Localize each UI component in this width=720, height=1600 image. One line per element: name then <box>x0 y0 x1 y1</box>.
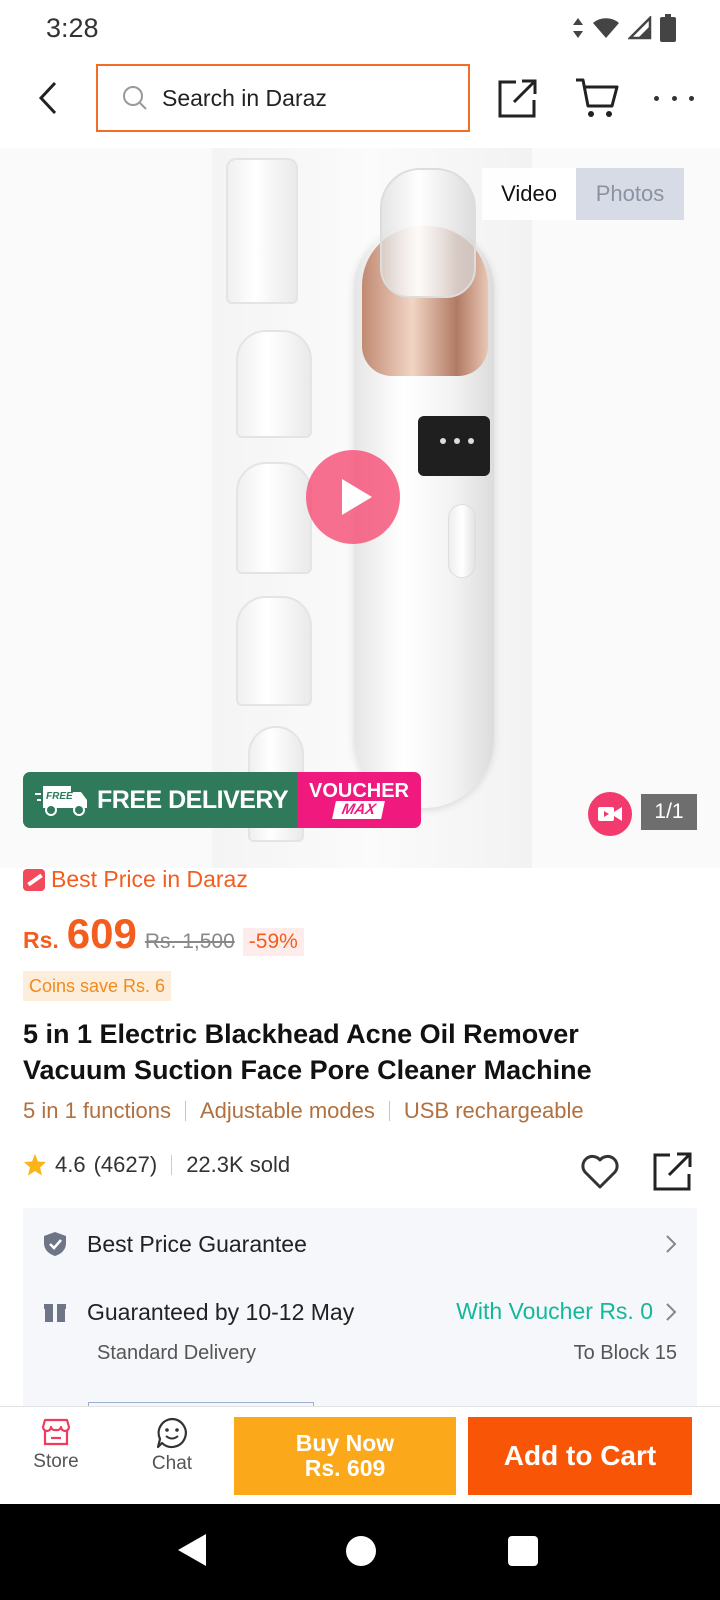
shield-icon <box>44 1232 66 1256</box>
cart-button[interactable] <box>574 76 620 120</box>
status-time: 3:28 <box>46 12 99 43</box>
delivery-location: To Block 15 <box>573 1342 677 1364</box>
chevron-right-icon <box>666 1303 677 1321</box>
share-icon <box>653 1152 692 1191</box>
delivery-info-card: Best Price Guarantee Guaranteed by 10-12… <box>23 1208 697 1412</box>
rating-value: 4.6 <box>55 1152 86 1177</box>
add-to-cart-button[interactable]: Add to Cart <box>468 1417 692 1495</box>
feature-tags: 5 in 1 functions Adjustable modes USB re… <box>23 1098 584 1124</box>
top-bar: Search in Daraz <box>0 60 720 136</box>
chat-button[interactable]: Chat <box>136 1417 208 1497</box>
video-camera-icon <box>598 807 622 821</box>
feature-separator <box>184 1101 186 1121</box>
nozzle-tip <box>236 330 312 438</box>
tab-video[interactable]: Video <box>482 168 576 220</box>
system-nav-bar <box>0 1504 720 1600</box>
best-price-icon <box>23 868 45 891</box>
feature-tag: USB rechargeable <box>403 1098 584 1123</box>
promo-free-tag: FREE <box>46 791 73 802</box>
current-price: 609 <box>66 910 137 957</box>
delivery-truck-icon: FREE <box>35 786 87 816</box>
original-price: Rs. 1,500 <box>144 930 235 953</box>
feature-tag: Adjustable modes <box>199 1098 375 1123</box>
tab-photos[interactable]: Photos <box>576 168 684 220</box>
battery-icon <box>660 14 676 42</box>
nav-home-icon[interactable] <box>346 1536 376 1566</box>
chevron-left-icon <box>38 81 57 115</box>
wifi-icon <box>593 18 619 38</box>
best-price-guarantee-row[interactable]: Best Price Guarantee <box>43 1224 677 1264</box>
buy-now-price: Rs. 609 <box>304 1455 386 1481</box>
share-button[interactable] <box>496 76 540 120</box>
chat-icon <box>156 1417 187 1449</box>
search-input[interactable]: Search in Daraz <box>96 64 470 132</box>
wishlist-button[interactable] <box>580 1152 620 1192</box>
delivery-type: Standard Delivery <box>97 1342 256 1364</box>
rating-row[interactable]: 4.6 (4627) 22.3K sold <box>23 1152 290 1178</box>
delivery-date: Guaranteed by 10-12 May <box>87 1298 355 1325</box>
store-button[interactable]: Store <box>20 1417 92 1497</box>
delivery-row[interactable]: Guaranteed by 10-12 May With Voucher Rs.… <box>43 1292 677 1332</box>
nav-recents-icon[interactable] <box>508 1536 538 1566</box>
device-display-panel <box>418 416 490 476</box>
price-row: Rs. 609 Rs. 1,500 -59% <box>23 910 304 958</box>
store-icon <box>41 1418 71 1446</box>
best-price-label: Best Price in Daraz <box>23 866 248 893</box>
chevron-right-icon <box>666 1235 677 1253</box>
nozzle-tip <box>226 158 298 304</box>
status-icons <box>572 14 676 42</box>
product-gallery[interactable]: Video Photos FREE FREE DELIVERY VOUCHER … <box>0 148 720 868</box>
max-text: MAX <box>332 801 386 819</box>
more-options-icon[interactable] <box>654 84 694 112</box>
voucher-max-badge: VOUCHER MAX <box>297 772 421 828</box>
chat-label: Chat <box>151 1453 193 1474</box>
play-icon <box>342 479 372 515</box>
voucher-price: With Voucher Rs. 0 <box>456 1298 653 1324</box>
coins-badge: Coins save Rs. 6 <box>23 971 172 1001</box>
feature-separator <box>388 1101 390 1121</box>
status-bar: 3:28 <box>0 0 720 56</box>
rating-separator <box>171 1155 173 1175</box>
promo-banner: FREE FREE DELIVERY VOUCHER MAX <box>23 772 421 828</box>
feature-tag: 5 in 1 functions <box>23 1098 171 1123</box>
search-placeholder: Search in Daraz <box>162 84 327 111</box>
share-product-button[interactable] <box>652 1150 694 1192</box>
store-label: Store <box>33 1451 79 1472</box>
share-icon <box>498 79 537 118</box>
voucher-text: VOUCHER <box>308 780 409 802</box>
discount-badge: -59% <box>242 928 304 956</box>
media-tabs: Video Photos <box>482 168 684 220</box>
free-delivery-badge: FREE FREE DELIVERY <box>23 772 297 828</box>
nozzle-tip <box>236 462 312 574</box>
product-title: 5 in 1 Electric Blackhead Acne Oil Remov… <box>23 1019 592 1085</box>
signal-icon <box>628 16 652 40</box>
buy-now-label: Buy Now <box>295 1430 395 1456</box>
search-icon <box>123 86 147 110</box>
device-suction-cup <box>380 168 476 298</box>
nav-back-icon[interactable] <box>176 1532 208 1568</box>
cart-icon <box>576 78 619 117</box>
device-power-button <box>448 504 476 578</box>
bottom-action-bar: Store Chat Buy Now Rs. 609 Add to Cart <box>0 1406 720 1502</box>
data-arrows-icon <box>573 18 583 38</box>
video-indicator-button[interactable] <box>588 792 632 836</box>
star-icon <box>24 1154 46 1176</box>
currency: Rs. <box>23 927 59 953</box>
buy-now-button[interactable]: Buy Now Rs. 609 <box>234 1417 456 1495</box>
play-video-button[interactable] <box>306 450 400 544</box>
package-icon <box>44 1304 66 1322</box>
image-counter: 1/1 <box>641 794 697 830</box>
heart-icon <box>581 1154 619 1189</box>
nozzle-tip <box>236 596 312 706</box>
rating-count: (4627) <box>93 1152 158 1177</box>
free-delivery-text: FREE DELIVERY <box>97 785 289 814</box>
sold-count: 22.3K sold <box>186 1152 291 1177</box>
guarantee-text: Best Price Guarantee <box>87 1230 307 1257</box>
best-price-text: Best Price in Daraz <box>51 866 248 892</box>
back-button[interactable] <box>28 76 68 120</box>
